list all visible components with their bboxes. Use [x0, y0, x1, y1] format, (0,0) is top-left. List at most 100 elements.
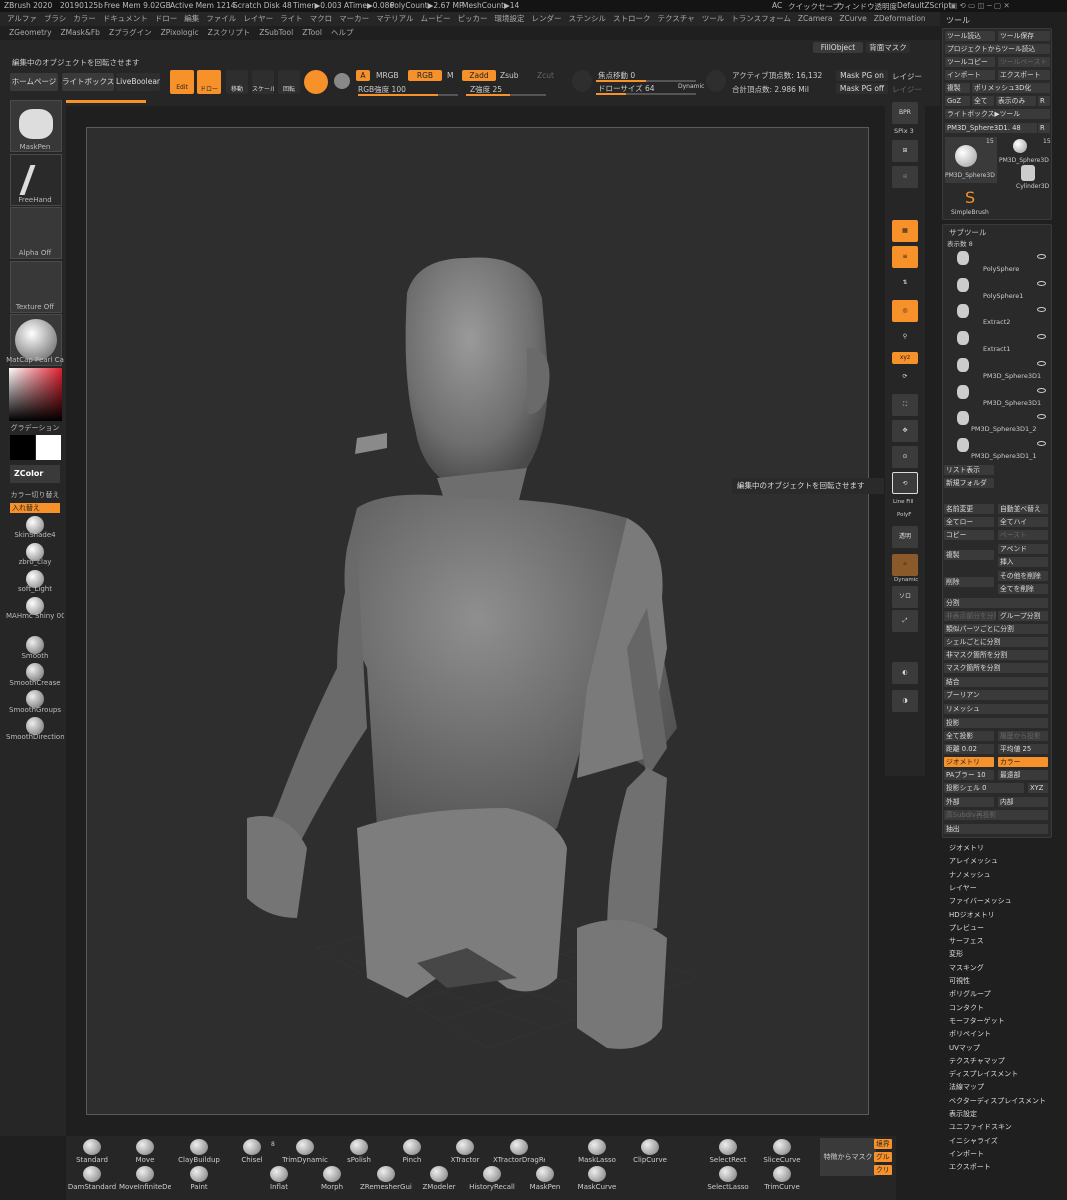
clone-button[interactable]: 複製	[945, 83, 970, 93]
side-btn-3[interactable]: クリ	[874, 1165, 892, 1175]
menu-item[interactable]: ドロー	[155, 14, 178, 23]
menu-item[interactable]: カラー	[73, 14, 96, 23]
goz-button[interactable]: GoZ	[945, 96, 970, 106]
tool-menu-item[interactable]: コンタクト	[949, 1003, 984, 1013]
lightbox-tab[interactable]: ライトボックス	[62, 73, 114, 91]
tool-menu-item[interactable]: 可視性	[949, 976, 970, 986]
menu-item[interactable]: アルファ	[7, 14, 37, 23]
menu-item[interactable]: ZPixologic	[161, 28, 199, 37]
subtool-name[interactable]: PM3D_Sphere3D1_2	[971, 425, 1036, 433]
floor-icon[interactable]: ≡	[892, 246, 918, 268]
tool-menu-item[interactable]: モーフターゲット	[949, 1016, 1005, 1026]
color-picker[interactable]	[9, 368, 62, 421]
smooth-brush-label[interactable]: SmoothCrease	[6, 679, 64, 687]
subtool-groupsplit-button[interactable]: グループ分割	[998, 611, 1048, 621]
menu-item[interactable]: ZTool	[302, 28, 322, 37]
tool-menu-item[interactable]: インポート	[949, 1149, 984, 1159]
menu-item[interactable]: ZSubTool	[259, 28, 293, 37]
material-sphere-icon[interactable]	[304, 70, 328, 94]
visible-button[interactable]: 表示のみ	[996, 96, 1036, 106]
brush-item[interactable]: ZModeler	[413, 1166, 465, 1191]
subtool-del-button[interactable]: 削除	[944, 577, 994, 587]
subtool-outer-button[interactable]: 外部	[944, 797, 994, 807]
backmask-button[interactable]: 背面マスク	[866, 42, 910, 53]
subtool-autosort-button[interactable]: 自動並べ替え	[998, 504, 1048, 514]
subtool-subdiv-button[interactable]: 高Subdiv再投影	[944, 810, 1048, 820]
subtool-delother-button[interactable]: その他を削除	[998, 571, 1048, 581]
subtool-insert-button[interactable]: 挿入	[998, 557, 1048, 567]
tool-thumb-2-icon[interactable]	[1013, 139, 1027, 153]
subtool-thumb-icon[interactable]	[957, 357, 969, 372]
rotate-button[interactable]: 回転	[278, 70, 300, 94]
liveboolean-tab[interactable]: LiveBoolean	[116, 73, 160, 91]
menu-item[interactable]: ストローク	[613, 14, 651, 23]
brush-item[interactable]: sPolish	[333, 1139, 385, 1164]
subtool-inner-button[interactable]: 内部	[998, 797, 1048, 807]
brush-item[interactable]: HistoryRecall	[466, 1166, 518, 1191]
subtool-remesh-button[interactable]: リメッシュ	[944, 704, 1048, 714]
fillobject-button[interactable]: FillObject	[813, 42, 863, 53]
brush-item[interactable]: DamStandard	[66, 1166, 118, 1191]
subtool-newfolder-button[interactable]: 新規フォルダ	[944, 478, 994, 488]
menu-item[interactable]: ZGeometry	[9, 28, 52, 37]
subtool-splitmasked-button[interactable]: マスク箇所を分割	[944, 663, 1048, 673]
rotate-y-icon[interactable]: ⟳	[892, 366, 918, 388]
move-button[interactable]: 移動	[226, 70, 248, 94]
menu-item[interactable]: Zプラグイン	[109, 28, 152, 37]
draw-button[interactable]: ドロー	[197, 70, 221, 94]
tool-menu-item[interactable]: イニシャライズ	[949, 1136, 998, 1146]
brush-item[interactable]: Standard	[66, 1139, 118, 1164]
brush-item[interactable]: TrimDynamic	[279, 1139, 331, 1164]
brush-item[interactable]: Paint	[173, 1166, 225, 1191]
subtool-farthest-button[interactable]: 最遠部	[998, 770, 1048, 780]
viewport[interactable]	[86, 127, 869, 1115]
subtool-visibility-icon[interactable]	[1037, 307, 1046, 313]
menu-item[interactable]: テクスチャ	[658, 14, 695, 23]
brush-item[interactable]: MaskLasso	[571, 1139, 623, 1164]
menu-item[interactable]: ライト	[280, 14, 303, 23]
m-button[interactable]: M	[447, 71, 453, 80]
subtool-split-button[interactable]: 分割	[944, 598, 1048, 608]
menu-item[interactable]: ファイル	[206, 14, 236, 23]
menu-item[interactable]: 環境設定	[495, 14, 525, 23]
tool-paste-button[interactable]: ツールペースト	[998, 57, 1050, 67]
tool-menu-item[interactable]: 法線マップ	[949, 1082, 984, 1092]
smooth-brush-label[interactable]: Smooth	[6, 652, 64, 660]
mask-pg-on-button[interactable]: Mask PG on	[836, 70, 888, 81]
primary-color-swatch[interactable]	[10, 435, 35, 460]
subtool-visibility-icon[interactable]	[1037, 280, 1046, 286]
subtool-name[interactable]: Extract1	[983, 345, 1010, 353]
smooth-brush-label[interactable]: SmoothDirection	[6, 733, 64, 741]
subtool-thumb-icon[interactable]	[957, 411, 969, 426]
tool-menu-item[interactable]: ファイバーメッシュ	[949, 896, 1012, 906]
brush-item[interactable]: XTractorDragRec	[493, 1139, 545, 1164]
menu-item[interactable]: レイヤー	[243, 14, 273, 23]
tool-menu-item[interactable]: ユニファイドスキン	[949, 1122, 1012, 1132]
turntable-icon[interactable]: ◑	[892, 690, 918, 712]
lazy-button-2[interactable]: レイジー	[892, 84, 922, 95]
tool-menu-item[interactable]: ポリグループ	[949, 989, 991, 999]
mask-pg-off-button[interactable]: Mask PG off	[836, 83, 888, 94]
subtool-visibility-icon[interactable]	[1037, 414, 1046, 420]
zoom3d-icon[interactable]: ⊙	[892, 446, 918, 468]
subtool-thumb-icon[interactable]	[957, 304, 969, 319]
subtool-boolean-button[interactable]: ブーリアン	[944, 690, 1048, 700]
menu-item[interactable]: Zスクリプト	[208, 28, 251, 37]
brush-item[interactable]: Move	[119, 1139, 171, 1164]
menu-item[interactable]: ツール	[702, 14, 725, 23]
subtool-rename-button[interactable]: 名前変更	[944, 504, 994, 514]
menu-item[interactable]: 編集	[184, 14, 199, 23]
tool-menu-item[interactable]: 表示設定	[949, 1109, 977, 1119]
all-button[interactable]: 全て	[972, 96, 994, 106]
menu-item[interactable]: ZDeformation	[874, 14, 926, 23]
simplebrush-icon[interactable]: S	[965, 189, 979, 207]
lock-icon[interactable]: ⚲	[892, 326, 918, 348]
subtool-color-button[interactable]: カラー	[998, 757, 1048, 767]
subtool-thumb-icon[interactable]	[957, 277, 969, 292]
subtool-projall-button[interactable]: 全て投影	[944, 731, 994, 741]
subtool-dist-button[interactable]: 距離 0.02	[944, 744, 994, 754]
tool-menu-item[interactable]: エクスポート	[949, 1162, 991, 1172]
edit-button[interactable]: Edit	[170, 70, 194, 94]
menu-item[interactable]: ZMask&Fb	[61, 28, 100, 37]
subtool-delall-button[interactable]: 全てを削除	[998, 584, 1048, 594]
